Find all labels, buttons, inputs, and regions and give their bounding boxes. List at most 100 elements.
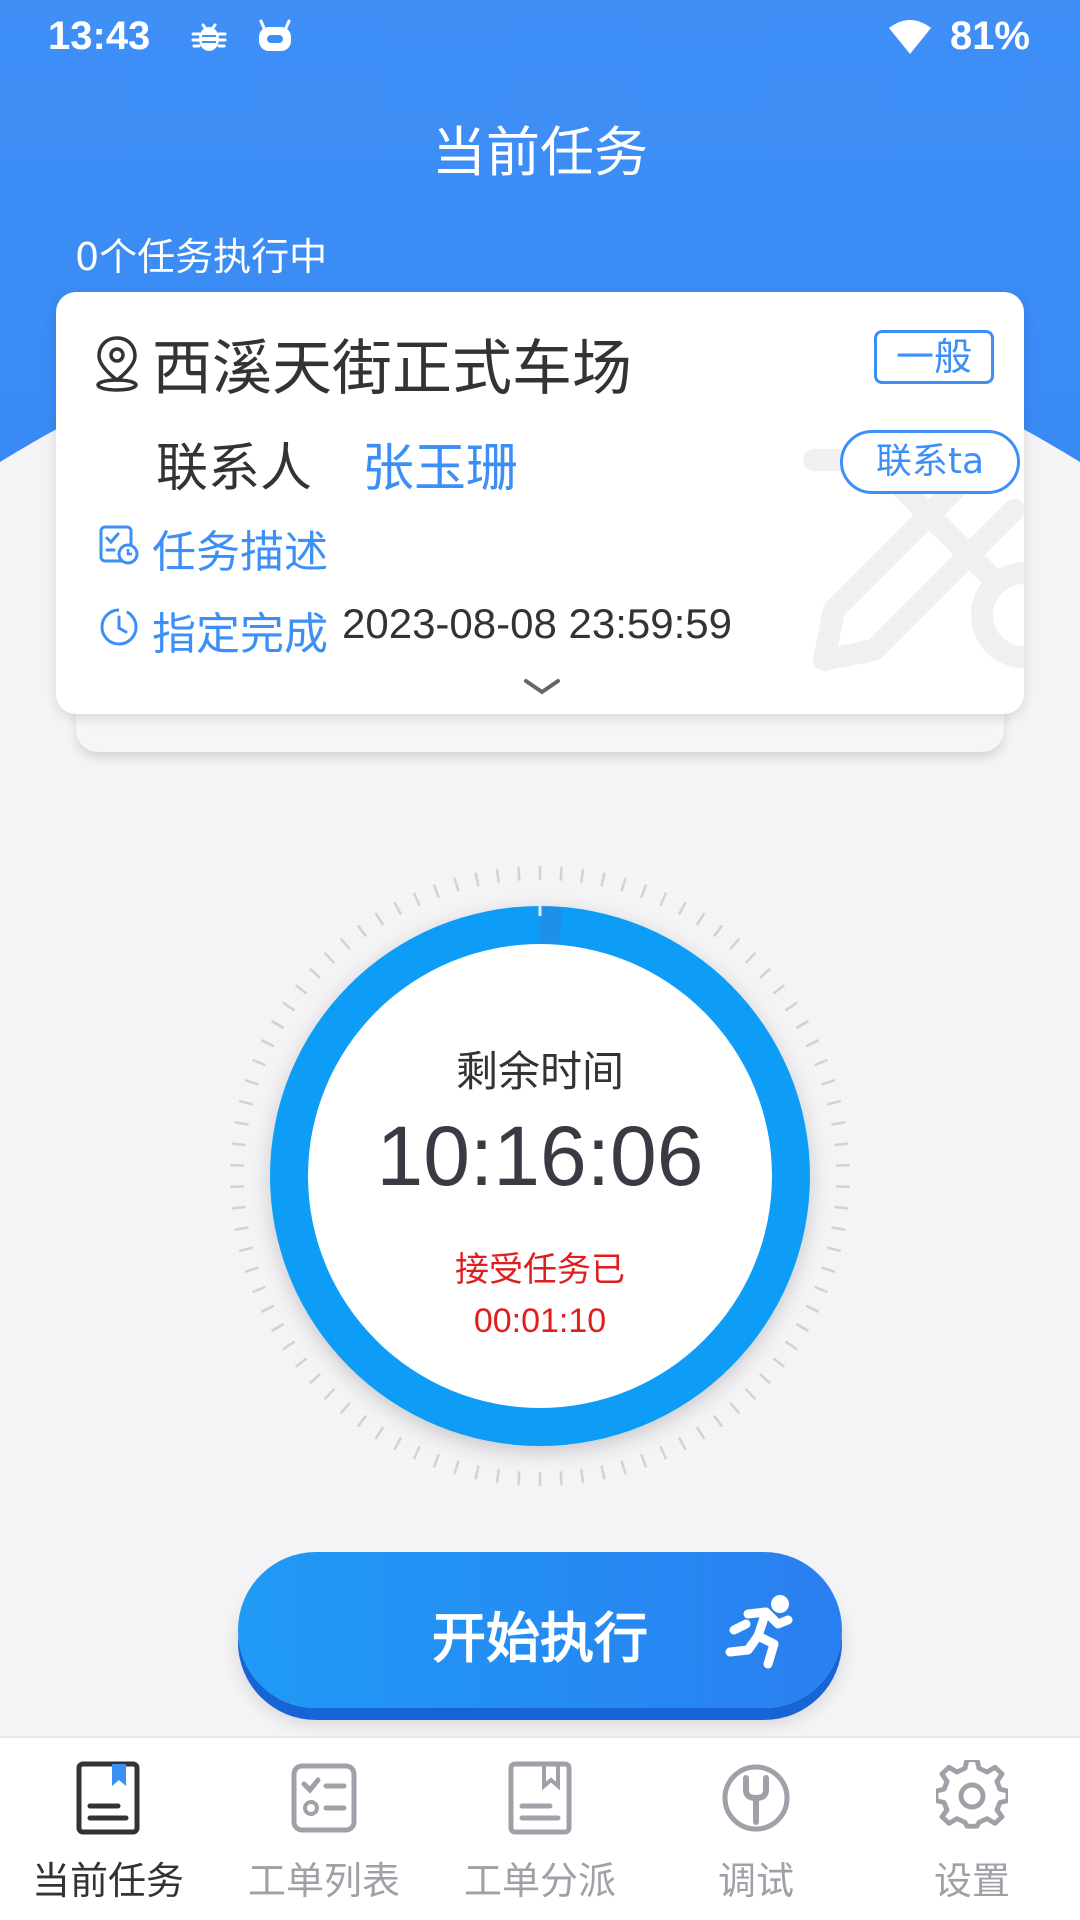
timer-tick xyxy=(356,1414,368,1428)
timer-tick xyxy=(600,872,606,887)
nav-item-debug[interactable]: 调试 xyxy=(648,1738,864,1920)
nav-item-settings[interactable]: 设置 xyxy=(864,1738,1080,1920)
timer-tick xyxy=(559,866,563,881)
timer-tick xyxy=(474,872,480,887)
app-notification-icon xyxy=(259,19,291,51)
chevron-down-icon[interactable] xyxy=(522,676,562,698)
timer-tick xyxy=(393,901,403,916)
timer-tick xyxy=(453,1460,460,1475)
status-bar: 13:43 81% xyxy=(0,0,1080,76)
contact-button[interactable]: 联系ta xyxy=(840,430,1020,494)
timer-tick xyxy=(744,952,757,964)
timer-tick xyxy=(712,924,724,938)
timer-tick xyxy=(339,937,351,951)
running-person-icon xyxy=(725,1595,793,1669)
nav-item-work-order-dispatch[interactable]: 工单分派 xyxy=(432,1738,648,1920)
start-execution-button[interactable]: 开始执行 xyxy=(238,1552,842,1708)
timer-tick xyxy=(620,1460,627,1475)
timer-tick xyxy=(659,892,668,907)
task-card[interactable]: 西溪天街正式车场 一般 联系人 张玉珊 联系ta 任务描述 指定完成 2023-… xyxy=(56,292,1024,714)
timer-tick xyxy=(659,1445,668,1460)
timer-tick xyxy=(695,912,706,926)
running-task-count: 0个任务执行中 xyxy=(75,235,328,279)
bug-icon xyxy=(191,23,227,51)
timer-tick xyxy=(393,1436,403,1451)
timer-tick xyxy=(238,1099,254,1106)
timer-tick xyxy=(412,1445,421,1460)
timer-tick xyxy=(744,1388,757,1400)
nav-label-current-task: 当前任务 xyxy=(31,1859,184,1903)
contact-label: 联系人 xyxy=(156,439,313,499)
contact-name: 张玉珊 xyxy=(362,439,519,499)
timer-tick xyxy=(729,1401,741,1415)
task-description-label[interactable]: 任务描述 xyxy=(152,516,328,580)
timer-tick xyxy=(356,924,368,938)
nav-item-current-task[interactable]: 当前任务 xyxy=(0,1738,216,1920)
timer-tick xyxy=(759,967,772,979)
timer-tick xyxy=(495,868,501,884)
timer-tick xyxy=(712,1414,724,1428)
nav-item-work-order-list[interactable]: 工单列表 xyxy=(216,1738,432,1920)
timer-tick xyxy=(784,1340,798,1351)
timer-tick xyxy=(772,1357,786,1368)
wifi-icon xyxy=(889,20,931,54)
timer-tick xyxy=(270,1019,285,1030)
timer-tick xyxy=(559,1471,563,1486)
timer-tick xyxy=(474,1465,480,1480)
timer-tick xyxy=(323,952,336,964)
timer-tick xyxy=(412,892,421,907)
timer-tick xyxy=(517,866,521,881)
accepted-time-label: 接受任务已 xyxy=(455,1250,625,1290)
task-description-icon xyxy=(99,525,139,565)
due-value: 2023-08-08 23:59:59 xyxy=(342,600,732,647)
location-pin-icon xyxy=(96,336,138,392)
status-time: 13:43 xyxy=(48,14,151,58)
timer-tick xyxy=(695,1426,706,1440)
timer-tick xyxy=(294,1357,308,1368)
timer-tick xyxy=(308,967,321,979)
timer-tick xyxy=(834,1205,849,1210)
timer-tick xyxy=(784,1001,798,1012)
priority-badge: 一般 xyxy=(874,330,994,384)
work-order-list-icon xyxy=(291,1763,357,1833)
timer-tick xyxy=(374,912,385,926)
timer-tick xyxy=(729,937,741,951)
timer-tick xyxy=(282,1340,296,1351)
timer-tick xyxy=(308,1373,321,1385)
timer-tick xyxy=(432,1453,440,1468)
timer-tick xyxy=(323,1388,336,1400)
current-task-icon xyxy=(76,1761,140,1835)
battery-level: 81% xyxy=(949,14,1030,58)
timer-tick xyxy=(432,884,440,899)
timer-tick xyxy=(495,1468,501,1484)
timer-tick xyxy=(772,984,786,995)
debug-wrench-icon xyxy=(722,1764,790,1832)
timer-tick xyxy=(579,868,585,884)
timer-tick xyxy=(826,1099,842,1106)
remaining-time-value: 10:16:06 xyxy=(376,1109,704,1203)
timer-tick xyxy=(640,1453,648,1468)
timer-tick xyxy=(795,1019,810,1030)
timer-tick xyxy=(517,1471,521,1486)
timer-tick xyxy=(234,1226,249,1232)
page-title: 当前任务 xyxy=(432,121,648,184)
remaining-time-label: 剩余时间 xyxy=(455,1047,624,1096)
timer-tick xyxy=(831,1226,846,1232)
timer-tick xyxy=(339,1401,351,1415)
timer-tick xyxy=(677,1436,687,1451)
nav-label-settings: 设置 xyxy=(933,1859,1010,1903)
timer-tick xyxy=(759,1373,772,1385)
timer-tick xyxy=(231,1205,246,1210)
site-name: 西溪天街正式车场 xyxy=(152,334,632,404)
timer-tick xyxy=(640,884,648,899)
settings-gear-icon xyxy=(936,1760,1008,1829)
timer-tick xyxy=(453,877,460,892)
timer-tick xyxy=(374,1426,385,1440)
clock-icon xyxy=(100,608,138,646)
nav-label-work-order-dispatch: 工单分派 xyxy=(463,1859,616,1903)
timer-tick xyxy=(282,1001,296,1012)
bottom-nav: 当前任务 工单列表 工单分派 调试 设置 xyxy=(0,1736,1080,1920)
due-label: 指定完成 xyxy=(152,609,328,660)
timer-tick xyxy=(677,901,687,916)
nav-label-work-order-list: 工单列表 xyxy=(247,1859,400,1903)
